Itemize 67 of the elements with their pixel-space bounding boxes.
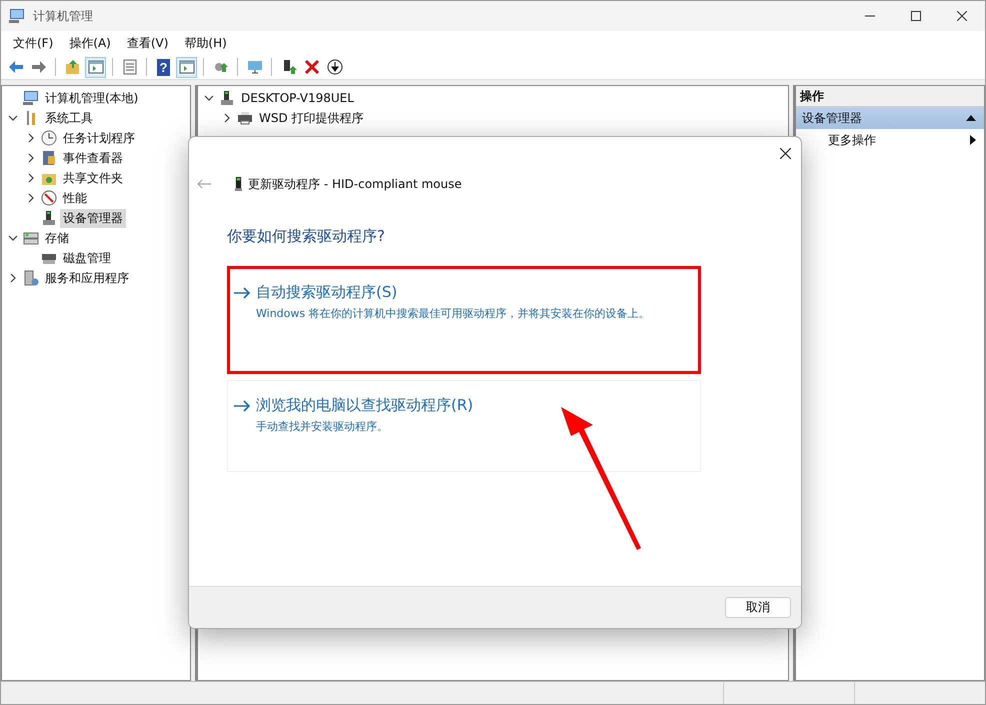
tree-item[interactable]: 存储 [42,228,72,248]
action-item[interactable]: 更多操作 [828,132,876,148]
device-icon [219,90,235,106]
option-card[interactable]: 浏览我的电脑以查找驱动程序(R) 手动查找并安装驱动程序。 [227,380,701,472]
actions-section[interactable]: 设备管理器 [796,107,984,129]
device-category[interactable]: WSD 打印提供程序 [256,108,367,128]
tree-item[interactable]: 共享文件夹 [60,168,126,188]
chevron-icon[interactable] [222,113,232,123]
help-button[interactable]: ? [153,56,174,78]
back-icon [8,59,24,75]
chevron-icon[interactable] [8,233,18,243]
arrow-icon [234,286,250,298]
computer-management-icon [9,8,25,24]
pane-icon [88,59,104,75]
services-icon [23,270,39,286]
tree-item[interactable]: 系统工具 [42,108,96,128]
chevron-icon[interactable] [26,133,36,143]
tree-item[interactable]: 服务和应用程序 [42,268,132,288]
printer-icon [237,110,253,126]
option-description: Windows 将在你的计算机中搜索最佳可用驱动程序，并将其安装在你的设备上。 [256,306,651,321]
window-title: 计算机管理 [33,8,93,24]
option-title: 浏览我的电脑以查找驱动程序(R) [256,396,474,415]
option-title: 自动搜索驱动程序(S) [256,283,398,302]
tree-item[interactable]: 性能 [60,188,90,208]
device-icon [41,210,57,226]
pane-icon [178,59,194,75]
clock-icon [41,130,57,146]
tree-item[interactable]: 计算机管理(本地) [42,88,142,108]
chevron-icon[interactable] [26,173,36,183]
tree-item[interactable]: 设备管理器 [60,208,126,228]
maximize-icon[interactable] [911,11,921,21]
storage-icon [23,230,39,246]
actions-header: 操作 [796,86,984,107]
pane-button[interactable] [85,56,106,78]
chevron-icon[interactable] [26,193,36,203]
tree-item[interactable]: 事件查看器 [60,148,126,168]
option-card[interactable]: 自动搜索驱动程序(S) Windows 将在你的计算机中搜索最佳可用驱动程序，并将其安装在你的设备上。 [227,266,701,374]
cancel-button[interactable]: 取消 [725,597,791,618]
computer-node[interactable]: DESKTOP-V198UEL [238,90,357,106]
submenu-arrow-icon [970,135,976,145]
up-icon [64,59,80,75]
chevron-icon[interactable] [26,153,36,163]
chevron-icon[interactable] [204,93,214,103]
chevron-icon[interactable] [8,113,18,123]
device-icon [235,177,242,191]
download-icon [326,59,342,75]
close-icon[interactable] [957,11,967,21]
tree-item[interactable]: 磁盘管理 [60,248,114,268]
collapse-icon[interactable] [966,115,976,121]
help-icon: ? [157,58,170,76]
chevron-icon[interactable] [8,273,18,283]
arrow-icon [234,400,250,412]
remove-icon [304,59,320,75]
computer-icon [23,90,39,106]
dialog-title: 更新驱动程序 - HID-compliant mouse [248,176,462,192]
option-description: 手动查找并安装驱动程序。 [256,419,389,434]
close-icon[interactable] [780,148,791,158]
tree-item[interactable]: 任务计划程序 [60,128,138,148]
menu-item[interactable]: 查看(V) [118,34,176,52]
list-icon [122,59,138,75]
dialog-question: 你要如何搜索驱动程序? [227,227,386,246]
pane-button[interactable] [176,56,197,78]
monitor-icon [246,59,262,75]
forward-icon [30,59,46,75]
menu-item[interactable]: 文件(F) [5,34,62,52]
menu-item[interactable]: 操作(A) [61,34,119,52]
menu-item[interactable]: 帮助(H) [176,34,235,52]
